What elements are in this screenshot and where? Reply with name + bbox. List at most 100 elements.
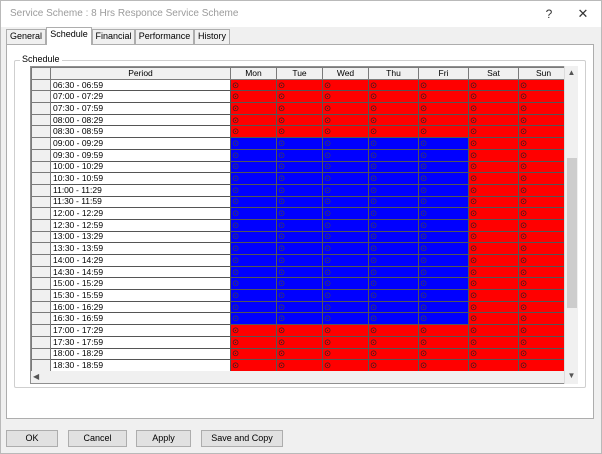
schedule-cell-sun[interactable]: ⊙ xyxy=(518,254,569,267)
row-header[interactable] xyxy=(31,148,51,162)
period-cell[interactable]: 09:00 - 09:29 xyxy=(50,137,231,150)
schedule-cell-fri[interactable]: ⊙ xyxy=(418,324,469,337)
schedule-cell-sat[interactable]: ⊙ xyxy=(468,113,519,127)
schedule-cell-thu[interactable]: ⊙ xyxy=(368,300,419,314)
schedule-cell-tue[interactable]: ⊙ xyxy=(276,113,323,127)
schedule-cell-mon[interactable]: ⊙ xyxy=(230,312,277,326)
schedule-cell-sun[interactable]: ⊙ xyxy=(518,218,569,232)
schedule-cell-mon[interactable]: ⊙ xyxy=(230,265,277,279)
schedule-cell-sat[interactable]: ⊙ xyxy=(468,125,519,139)
row-header[interactable] xyxy=(31,160,51,174)
schedule-cell-tue[interactable]: ⊙ xyxy=(276,300,323,314)
schedule-cell-tue[interactable]: ⊙ xyxy=(276,125,323,139)
period-cell[interactable]: 15:30 - 15:59 xyxy=(50,289,231,302)
schedule-cell-thu[interactable]: ⊙ xyxy=(368,113,419,127)
period-cell[interactable]: 08:30 - 08:59 xyxy=(50,125,231,139)
period-cell[interactable]: 14:30 - 14:59 xyxy=(50,265,231,279)
period-cell[interactable]: 13:00 - 13:29 xyxy=(50,230,231,244)
schedule-cell-fri[interactable]: ⊙ xyxy=(418,172,469,185)
row-header[interactable] xyxy=(31,324,51,337)
schedule-cell-sun[interactable]: ⊙ xyxy=(518,183,569,197)
scroll-left-icon[interactable]: ◀ xyxy=(33,371,39,383)
vertical-scrollbar[interactable]: ▲ ▼ xyxy=(564,66,578,384)
cancel-button[interactable]: Cancel xyxy=(68,430,127,447)
schedule-cell-sun[interactable]: ⊙ xyxy=(518,207,569,220)
schedule-cell-sun[interactable]: ⊙ xyxy=(518,172,569,185)
schedule-cell-thu[interactable]: ⊙ xyxy=(368,78,419,92)
schedule-cell-sat[interactable]: ⊙ xyxy=(468,347,519,361)
schedule-cell-tue[interactable]: ⊙ xyxy=(276,254,323,267)
schedule-cell-sat[interactable]: ⊙ xyxy=(468,183,519,197)
schedule-cell-mon[interactable]: ⊙ xyxy=(230,102,277,115)
row-header[interactable] xyxy=(31,102,51,115)
row-header[interactable] xyxy=(31,300,51,314)
schedule-cell-sat[interactable]: ⊙ xyxy=(468,254,519,267)
schedule-cell-sun[interactable]: ⊙ xyxy=(518,160,569,174)
schedule-cell-sat[interactable]: ⊙ xyxy=(468,160,519,174)
schedule-cell-sun[interactable]: ⊙ xyxy=(518,137,569,150)
schedule-cell-fri[interactable]: ⊙ xyxy=(418,137,469,150)
row-header[interactable] xyxy=(31,230,51,244)
schedule-cell-thu[interactable]: ⊙ xyxy=(368,195,419,209)
schedule-cell-sat[interactable]: ⊙ xyxy=(468,172,519,185)
schedule-cell-fri[interactable]: ⊙ xyxy=(418,125,469,139)
schedule-cell-tue[interactable]: ⊙ xyxy=(276,207,323,220)
row-header[interactable] xyxy=(31,90,51,104)
schedule-cell-sat[interactable]: ⊙ xyxy=(468,277,519,291)
schedule-cell-fri[interactable]: ⊙ xyxy=(418,160,469,174)
schedule-cell-wed[interactable]: ⊙ xyxy=(322,90,369,104)
schedule-cell-sat[interactable]: ⊙ xyxy=(468,195,519,209)
schedule-cell-wed[interactable]: ⊙ xyxy=(322,160,369,174)
schedule-cell-thu[interactable]: ⊙ xyxy=(368,230,419,244)
row-header[interactable] xyxy=(31,125,51,139)
row-header[interactable] xyxy=(31,172,51,185)
schedule-cell-wed[interactable]: ⊙ xyxy=(322,183,369,197)
save-and-copy-button[interactable]: Save and Copy xyxy=(201,430,283,447)
schedule-cell-tue[interactable]: ⊙ xyxy=(276,102,323,115)
period-cell[interactable]: 16:30 - 16:59 xyxy=(50,312,231,326)
row-header[interactable] xyxy=(31,335,51,349)
period-cell[interactable]: 14:00 - 14:29 xyxy=(50,254,231,267)
schedule-cell-sat[interactable]: ⊙ xyxy=(468,102,519,115)
schedule-cell-fri[interactable]: ⊙ xyxy=(418,265,469,279)
schedule-cell-wed[interactable]: ⊙ xyxy=(322,242,369,255)
schedule-cell-wed[interactable]: ⊙ xyxy=(322,312,369,326)
schedule-cell-mon[interactable]: ⊙ xyxy=(230,148,277,162)
schedule-cell-wed[interactable]: ⊙ xyxy=(322,195,369,209)
schedule-cell-sat[interactable]: ⊙ xyxy=(468,90,519,104)
row-header[interactable] xyxy=(31,359,51,372)
schedule-cell-thu[interactable]: ⊙ xyxy=(368,90,419,104)
schedule-cell-thu[interactable]: ⊙ xyxy=(368,137,419,150)
schedule-cell-wed[interactable]: ⊙ xyxy=(322,254,369,267)
column-header-thu[interactable]: Thu xyxy=(368,67,419,80)
schedule-cell-sat[interactable]: ⊙ xyxy=(468,335,519,349)
schedule-cell-mon[interactable]: ⊙ xyxy=(230,335,277,349)
column-header-wed[interactable]: Wed xyxy=(322,67,369,80)
schedule-cell-fri[interactable]: ⊙ xyxy=(418,289,469,302)
schedule-cell-tue[interactable]: ⊙ xyxy=(276,230,323,244)
schedule-cell-tue[interactable]: ⊙ xyxy=(276,218,323,232)
schedule-cell-tue[interactable]: ⊙ xyxy=(276,277,323,291)
schedule-cell-thu[interactable]: ⊙ xyxy=(368,335,419,349)
schedule-cell-tue[interactable]: ⊙ xyxy=(276,148,323,162)
schedule-cell-wed[interactable]: ⊙ xyxy=(322,324,369,337)
schedule-cell-tue[interactable]: ⊙ xyxy=(276,160,323,174)
schedule-cell-mon[interactable]: ⊙ xyxy=(230,289,277,302)
row-header[interactable] xyxy=(31,183,51,197)
schedule-cell-thu[interactable]: ⊙ xyxy=(368,102,419,115)
schedule-cell-sat[interactable]: ⊙ xyxy=(468,300,519,314)
period-cell[interactable]: 06:30 - 06:59 xyxy=(50,78,231,92)
schedule-cell-thu[interactable]: ⊙ xyxy=(368,207,419,220)
schedule-cell-wed[interactable]: ⊙ xyxy=(322,347,369,361)
schedule-cell-mon[interactable]: ⊙ xyxy=(230,230,277,244)
tab-general[interactable]: General xyxy=(6,29,46,44)
schedule-cell-sun[interactable]: ⊙ xyxy=(518,195,569,209)
schedule-cell-fri[interactable]: ⊙ xyxy=(418,335,469,349)
horizontal-scrollbar[interactable]: ◀ xyxy=(31,371,564,383)
row-header[interactable] xyxy=(31,347,51,361)
schedule-cell-sun[interactable]: ⊙ xyxy=(518,277,569,291)
schedule-grid[interactable]: Period Mon Tue Wed Thu Fri Sat Sun 06:30… xyxy=(30,66,578,384)
schedule-cell-tue[interactable]: ⊙ xyxy=(276,289,323,302)
schedule-cell-fri[interactable]: ⊙ xyxy=(418,242,469,255)
schedule-cell-mon[interactable]: ⊙ xyxy=(230,90,277,104)
